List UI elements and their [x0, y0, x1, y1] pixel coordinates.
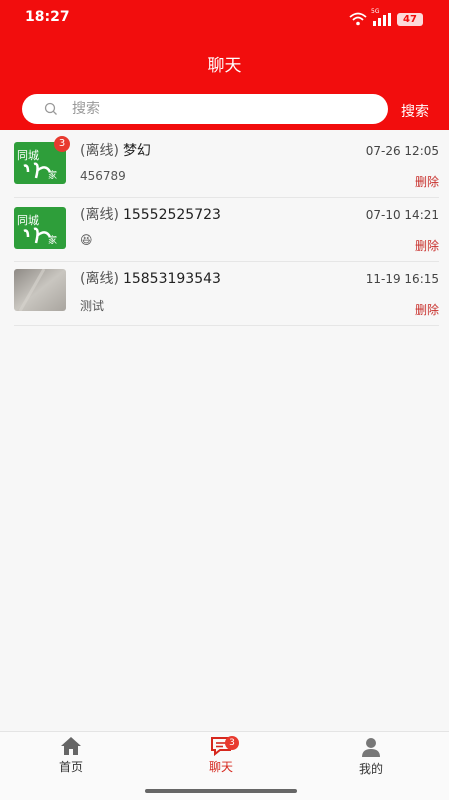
chat-row[interactable]: 同城 家 3 (离线) 梦幻 07-26 12:05 456789 删除: [0, 134, 449, 198]
unread-badge: 3: [54, 136, 70, 152]
chat-time: 11-19 16:15: [365, 272, 439, 286]
online-status: (离线): [80, 271, 119, 287]
home-indicator: [145, 789, 297, 793]
home-icon: [61, 737, 81, 755]
photo-avatar: [14, 268, 66, 312]
svg-text:家: 家: [48, 234, 57, 246]
delete-button[interactable]: 删除: [415, 237, 439, 254]
tab-label: 我的: [358, 762, 383, 776]
divider: [14, 325, 439, 326]
search-button[interactable]: 搜索: [401, 101, 429, 121]
tab-profile[interactable]: 我的: [341, 736, 401, 777]
svg-text:家: 家: [48, 169, 57, 181]
last-message: 测试: [80, 299, 105, 313]
chat-list: 同城 家 3 (离线)梦幻 07-26 12:05 456789 删除 同城: [0, 134, 449, 326]
status-icons: 5G 47: [349, 8, 423, 26]
last-message: 456789: [80, 169, 126, 183]
chat-name: (离线) 15552525723: [80, 204, 221, 224]
last-message: 😆: [80, 233, 93, 247]
header: 18:27 5G 47 聊天 搜索: [0, 0, 449, 130]
delete-button[interactable]: 删除: [415, 173, 439, 190]
wifi-icon: [349, 12, 367, 26]
contact-name: 15853193543: [122, 271, 221, 287]
chat-name: (离线) 15853193543: [80, 268, 221, 288]
contact-name: 梦幻: [122, 143, 151, 159]
tab-label: 首页: [58, 760, 83, 774]
tongcheng-logo: 同城 家: [14, 207, 66, 249]
chat-screen: 18:27 5G 47 聊天 搜索 搜索 同城 家 3 (离线) 梦幻 07-2…: [0, 0, 449, 800]
tab-home[interactable]: 首页: [41, 736, 101, 775]
avatar: 同城 家: [14, 207, 66, 249]
search-icon: [44, 102, 57, 115]
page-title: 聊天: [207, 56, 242, 76]
person-icon: [362, 738, 380, 757]
tab-badge: 3: [225, 736, 239, 750]
delete-button[interactable]: 删除: [415, 301, 439, 318]
chat-row[interactable]: (离线) 15853193543 11-19 16:15 测试 删除: [0, 262, 449, 326]
online-status: (离线): [80, 207, 119, 223]
chat-row[interactable]: 同城 家 (离线) 15552525723 07-10 14:21 😆 删除: [0, 198, 449, 262]
chat-time: 07-10 14:21: [365, 208, 439, 222]
contact-name: 15552525723: [122, 207, 221, 223]
network-type: 5G: [371, 7, 380, 15]
online-status: (离线): [80, 143, 119, 159]
search-input[interactable]: [70, 100, 354, 118]
svg-text:同城: 同城: [17, 214, 39, 227]
tab-chat[interactable]: 聊天 3: [191, 736, 251, 775]
chat-name: (离线) 梦幻: [80, 140, 151, 160]
search-bar[interactable]: [22, 94, 388, 124]
avatar: [14, 268, 66, 312]
avatar: 同城 家 3: [14, 136, 70, 184]
battery-icon: 47: [397, 12, 423, 26]
chat-time: 07-26 12:05: [365, 144, 439, 158]
signal-icon: 5G: [371, 8, 391, 26]
status-time: 18:27: [25, 9, 70, 25]
tab-label: 聊天: [208, 760, 233, 774]
svg-text:同城: 同城: [17, 149, 39, 162]
